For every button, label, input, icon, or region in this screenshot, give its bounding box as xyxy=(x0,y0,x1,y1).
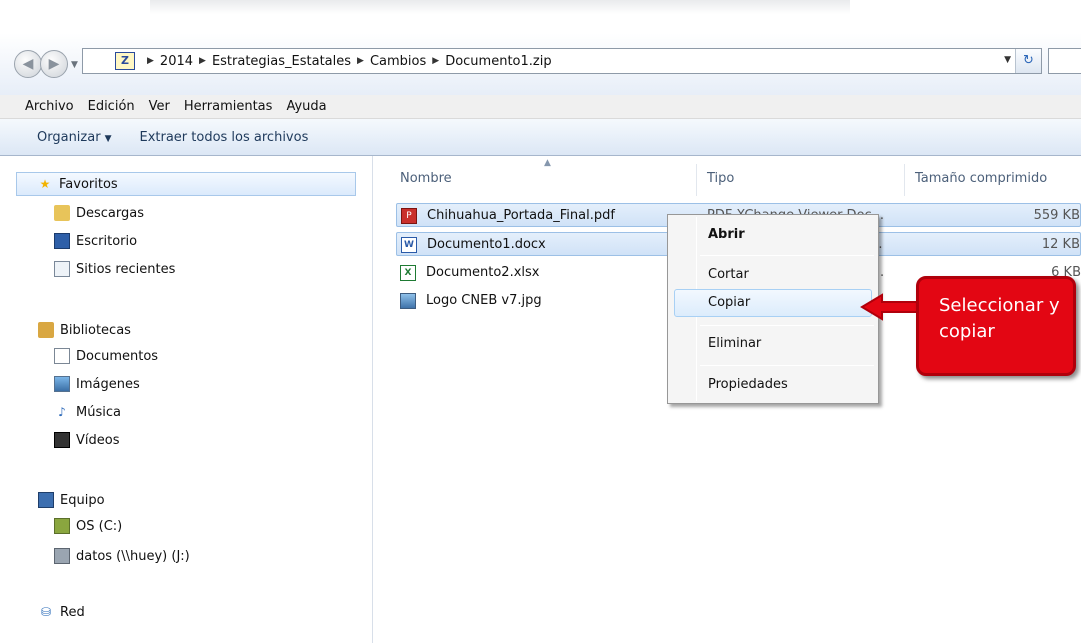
chevron-right-icon[interactable]: ▶ xyxy=(147,56,154,66)
music-note-icon: ♪ xyxy=(58,405,66,419)
nav-drive-c-label: OS (C:) xyxy=(76,518,123,534)
nav-videos-label: Vídeos xyxy=(76,432,120,448)
word-document-icon: W xyxy=(401,237,417,253)
chevron-down-icon: ▼ xyxy=(104,133,112,144)
menu-ayuda[interactable]: Ayuda xyxy=(286,99,326,114)
breadcrumb-2014[interactable]: 2014 xyxy=(160,54,193,69)
desktop-icon xyxy=(54,233,70,249)
recent-pages-dropdown[interactable]: ▼ xyxy=(71,60,78,70)
chevron-right-icon[interactable]: ▶ xyxy=(199,56,206,66)
nav-musica-label: Música xyxy=(76,404,121,420)
menu-separator xyxy=(700,255,874,256)
column-tamano[interactable]: Tamaño comprimido xyxy=(915,171,1047,186)
chevron-right-icon[interactable]: ▶ xyxy=(357,56,364,66)
menu-herramientas[interactable]: Herramientas xyxy=(184,99,273,114)
star-icon: ★ xyxy=(39,177,51,191)
menu-separator xyxy=(700,365,874,366)
refresh-icon[interactable]: ↻ xyxy=(1015,49,1041,73)
file-name: Documento1.docx xyxy=(427,237,546,252)
column-header-row: ▲ Nombre Tipo Tamaño comprimido xyxy=(374,156,1081,198)
search-input[interactable] xyxy=(1048,48,1081,74)
file-name: Logo CNEB v7.jpg xyxy=(426,293,542,308)
nav-sitios-recientes[interactable]: Sitios recientes xyxy=(54,261,175,277)
network-drive-icon xyxy=(54,548,70,564)
nav-videos[interactable]: Vídeos xyxy=(54,432,119,448)
nav-documentos[interactable]: Documentos xyxy=(54,348,158,364)
nav-red-label: Red xyxy=(60,604,85,620)
computer-icon xyxy=(38,492,54,508)
menu-highlight xyxy=(674,289,872,317)
nav-equipo-label: Equipo xyxy=(60,492,105,508)
nav-musica[interactable]: ♪ Música xyxy=(54,404,121,420)
breadcrumb-cambios[interactable]: Cambios xyxy=(370,54,426,69)
background-blur xyxy=(150,0,850,14)
menu-bar: Archivo Edición Ver Herramientas Ayuda xyxy=(0,95,1081,119)
context-menu: Abrir Cortar Copiar Eliminar Propiedades xyxy=(667,214,879,404)
film-icon xyxy=(54,432,70,448)
nav-imagenes-label: Imágenes xyxy=(76,376,140,392)
nav-bibliotecas[interactable]: Bibliotecas xyxy=(38,322,131,338)
file-name: Documento2.xlsx xyxy=(426,265,540,280)
menu-item-copiar[interactable]: Copiar xyxy=(708,295,750,310)
breadcrumb-zip[interactable]: Documento1.zip xyxy=(445,54,551,69)
breadcrumb-estrategias[interactable]: Estrategias_Estatales xyxy=(212,54,351,69)
network-icon: ⛁ xyxy=(40,605,52,619)
sort-ascending-icon: ▲ xyxy=(544,158,551,168)
extract-all-button[interactable]: Extraer todos los archivos xyxy=(139,130,308,145)
callout-box: Seleccionar y copiar xyxy=(916,276,1076,376)
column-nombre[interactable]: Nombre xyxy=(400,171,452,186)
nav-drive-j[interactable]: datos (\\huey) (J:) xyxy=(54,548,190,564)
address-history-dropdown[interactable]: ▼ xyxy=(1004,55,1011,65)
nav-imagenes[interactable]: Imágenes xyxy=(54,376,140,392)
column-tipo[interactable]: Tipo xyxy=(707,171,734,186)
nav-favoritos[interactable]: ★ Favoritos xyxy=(16,172,356,196)
nav-escritorio-label: Escritorio xyxy=(76,233,138,249)
nav-drive-c[interactable]: OS (C:) xyxy=(54,518,122,534)
file-size: 559 KB xyxy=(1033,208,1080,223)
nav-bibliotecas-label: Bibliotecas xyxy=(60,322,131,338)
organize-button[interactable]: Organizar ▼ xyxy=(37,130,111,145)
menu-edicion[interactable]: Edición xyxy=(88,99,135,114)
nav-sitios-label: Sitios recientes xyxy=(76,261,176,277)
excel-spreadsheet-icon: X xyxy=(400,265,416,281)
nav-equipo[interactable]: Equipo xyxy=(38,492,105,508)
libraries-icon xyxy=(38,322,54,338)
window-header: ◀ ▶ ▼ Z ▶ 2014 ▶ Estrategias_Estatales ▶… xyxy=(0,0,1081,95)
file-name: Chihuahua_Portada_Final.pdf xyxy=(427,208,615,223)
hard-drive-icon xyxy=(54,518,70,534)
menu-item-cortar[interactable]: Cortar xyxy=(708,267,749,282)
image-file-icon xyxy=(400,293,416,309)
forward-button[interactable]: ▶ xyxy=(40,50,68,78)
pdf-file-icon: P xyxy=(401,208,417,224)
documents-icon xyxy=(54,348,70,364)
nav-descargas[interactable]: Descargas xyxy=(54,205,144,221)
menu-archivo[interactable]: Archivo xyxy=(25,99,74,114)
organize-label: Organizar xyxy=(37,129,101,145)
callout-text: Seleccionar y copiar xyxy=(939,295,1060,342)
menu-item-eliminar[interactable]: Eliminar xyxy=(708,336,761,351)
nav-descargas-label: Descargas xyxy=(76,205,145,221)
address-bar[interactable]: Z ▶ 2014 ▶ Estrategias_Estatales ▶ Cambi… xyxy=(82,48,1042,74)
nav-favoritos-label: Favoritos xyxy=(59,176,118,192)
menu-item-propiedades[interactable]: Propiedades xyxy=(708,377,788,392)
file-size: 12 KB xyxy=(1041,237,1080,252)
column-divider[interactable] xyxy=(904,164,905,196)
back-button[interactable]: ◀ xyxy=(14,50,42,78)
menu-ver[interactable]: Ver xyxy=(149,99,170,114)
chevron-right-icon[interactable]: ▶ xyxy=(432,56,439,66)
nav-red[interactable]: ⛁ Red xyxy=(38,604,85,620)
command-bar: Organizar ▼ Extraer todos los archivos xyxy=(0,119,1081,156)
zip-folder-icon: Z xyxy=(115,52,135,70)
column-divider[interactable] xyxy=(696,164,697,196)
navigation-pane: ★ Favoritos Descargas Escritorio Sitios … xyxy=(0,156,373,643)
nav-documentos-label: Documentos xyxy=(76,348,159,364)
downloads-folder-icon xyxy=(54,205,70,221)
nav-drive-j-label: datos (\\huey) (J:) xyxy=(76,548,190,564)
menu-item-abrir[interactable]: Abrir xyxy=(708,227,745,242)
nav-escritorio[interactable]: Escritorio xyxy=(54,233,137,249)
recent-places-icon xyxy=(54,261,70,277)
menu-separator xyxy=(700,325,874,326)
pictures-icon xyxy=(54,376,70,392)
